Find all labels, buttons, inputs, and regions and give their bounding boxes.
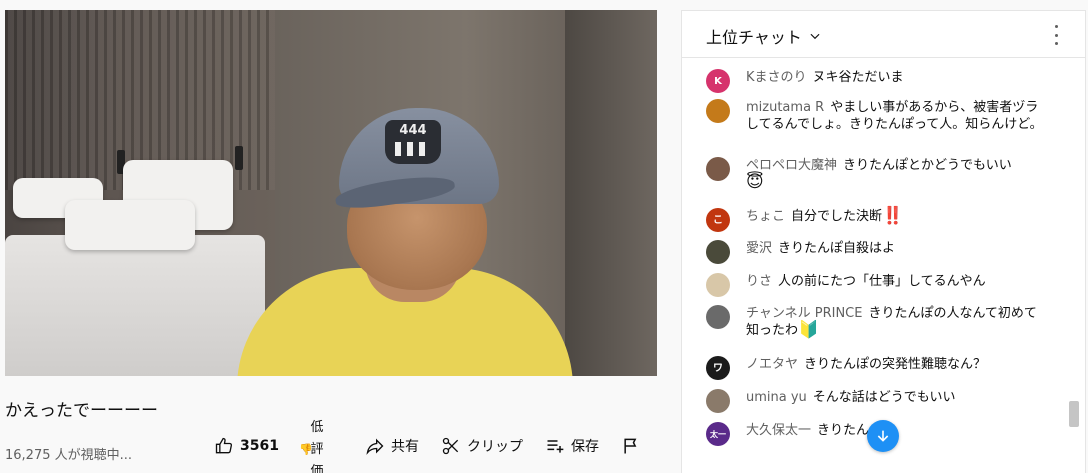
scroll-to-bottom-button[interactable] [867,420,899,452]
more-options-icon[interactable] [1053,25,1059,45]
chat-message-text: きりたん [817,423,870,438]
arrow-down-icon [877,430,889,442]
chat-message[interactable]: こちょこ 自分でした決断‼️ [706,208,1046,232]
chat-message[interactable]: mizutama R やましい事があるから、被害者ヅラしてるんでしょ。きりたんぽっ… [706,99,1046,133]
thumbs-down-icon: 👎 [298,443,313,456]
chat-message-text: 自分でした決断 [791,209,883,224]
video-window [565,10,657,376]
chat-mode-label: 上位チャット [706,28,802,47]
chat-author-name[interactable]: ちょこ [746,209,785,224]
live-chat-panel: 上位チャット K Kまさのり ヌキ谷ただいま mizutama R やましい事があるから… [681,10,1086,473]
chat-message-body: りさ 人の前にたつ「仕事」してるんやん [746,273,986,297]
chat-author-name[interactable]: 大久保太一 [746,423,811,438]
chat-message[interactable]: umina yu そんな話はどうでもいい [706,389,1046,413]
chat-author-name[interactable]: チャンネル PRINCE [746,306,862,321]
scissors-icon [442,437,459,455]
dislike-label-1: 低 [310,420,324,435]
chat-message[interactable]: りさ 人の前にたつ「仕事」してるんやん [706,273,1046,297]
like-count: 3561 [240,438,279,454]
chat-message-text: きりたんぽとかどうでもいい [843,158,1012,173]
avatar[interactable]: こ [706,208,730,232]
avatar[interactable]: ワ [706,356,730,380]
chat-mode-dropdown[interactable]: 上位チャット [706,24,822,48]
chat-author-name[interactable]: りさ [746,274,772,289]
live-stream-page: 444 かえったでーーーー 16,275 人が視聴中... 3561 低 評 価… [0,0,1088,473]
chat-author-name[interactable]: umina yu [746,390,807,405]
chat-message-body: ちょこ 自分でした決断‼️ [746,208,903,232]
avatar[interactable] [706,305,730,329]
avatar[interactable] [706,157,730,181]
chat-scrollbar[interactable] [1069,401,1079,427]
chat-message[interactable]: チャンネル PRINCE きりたんぽの人なんて初めて知ったわ🔰 [706,305,1046,339]
cap-logo: 444 [385,120,441,164]
share-label: 共有 [390,439,419,455]
chat-message-text: きりたんぽ自殺はよ [778,241,896,256]
viewer-count: 16,275 人が視聴中... [5,448,133,463]
playlist-add-icon [547,440,564,453]
avatar[interactable]: K [706,69,730,93]
like-button[interactable]: 3561 [214,436,279,456]
video-lamp [235,146,243,170]
flag-icon [624,438,637,454]
chat-message[interactable]: ワノエタヤ きりたんぽの突発性難聴なん？ [706,356,1046,380]
action-bar: 3561 低 評 価 👎 共有 クリップ 保存 [210,420,641,473]
chat-author-name[interactable]: mizutama R [746,100,824,115]
chevron-down-icon [810,33,820,40]
chat-message-body: Kまさのり ヌキ谷ただいま [746,69,904,93]
share-icon [366,438,384,455]
chat-message-body: 愛沢 きりたんぽ自殺はよ [746,240,895,264]
avatar[interactable] [706,240,730,264]
avatar[interactable] [706,99,730,123]
video-pillow [65,200,195,250]
chat-author-name[interactable]: Kまさのり [746,70,807,85]
chat-message-body: チャンネル PRINCE きりたんぽの人なんて初めて知ったわ🔰 [746,305,1046,339]
chat-author-name[interactable]: 愛沢 [746,241,772,256]
avatar[interactable]: 太一 [706,422,730,446]
chat-message-body: 大久保太一 きりたん [746,422,869,446]
video-title: かえったでーーーー [5,401,158,421]
chat-message-body: mizutama R やましい事があるから、被害者ヅラしてるんでしょ。きりたんぽっ… [746,99,1046,133]
emoji-icon: 🔰 [798,320,820,340]
chat-header: 上位チャット [682,11,1085,58]
emoji-icon: ‼️ [882,206,904,226]
chat-message-text: そんな話はどうでもいい [812,390,956,405]
save-button[interactable]: 保存 [545,436,599,456]
clip-button[interactable]: クリップ [441,436,523,456]
chat-message-body: umina yu そんな話はどうでもいい [746,389,956,413]
chat-message-body: ノエタヤ きりたんぽの突発性難聴なん？ [746,356,986,380]
avatar[interactable] [706,389,730,413]
share-button[interactable]: 共有 [365,436,419,456]
avatar[interactable] [706,273,730,297]
report-button[interactable] [621,436,641,456]
chat-message-text: きりたんぽの突発性難聴なん？ [804,357,987,372]
chat-message[interactable]: ペロペロ大魔神 きりたんぽとかどうでもいい 😇 [706,157,1046,191]
chat-message[interactable]: K Kまさのり ヌキ谷ただいま [706,69,1046,93]
video-player[interactable]: 444 [5,10,657,376]
thumbs-up-icon [215,437,233,454]
chat-message-text: 人の前にたつ「仕事」してるんやん [778,274,986,289]
chat-author-name[interactable]: ノエタヤ [746,357,798,372]
cap-logo-text: 444 [399,123,427,138]
save-label: 保存 [570,439,599,455]
chat-message-body: ペロペロ大魔神 きりたんぽとかどうでもいい 😇 [746,157,1012,191]
chat-message-text: ヌキ谷ただいま [812,70,904,85]
dislike-label-3: 価 [310,464,324,473]
dislike-button[interactable]: 低 評 価 👎 [298,420,333,473]
chat-message[interactable]: 愛沢 きりたんぽ自殺はよ [706,240,1046,264]
video-bed [5,235,265,376]
chat-author-name[interactable]: ペロペロ大魔神 [746,158,837,173]
emoji-icon: 😇 [746,172,764,192]
clip-label: クリップ [466,439,523,455]
